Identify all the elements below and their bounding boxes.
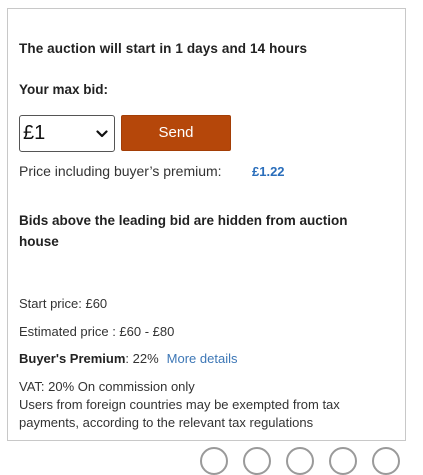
vat-info: VAT: 20% On commission only Users from f…: [19, 378, 394, 432]
max-bid-label: Your max bid:: [19, 82, 109, 97]
chevron-down-icon: [96, 130, 108, 138]
send-bid-button[interactable]: Send: [121, 115, 231, 151]
carousel-dot[interactable]: [329, 447, 357, 475]
estimated-price: Estimated price : £60 - £80: [19, 324, 175, 339]
carousel-dot[interactable]: [243, 447, 271, 475]
max-bid-select[interactable]: £1: [19, 115, 115, 152]
buyers-premium: Buyer's Premium: 22% More details: [19, 351, 237, 366]
carousel-dot[interactable]: [372, 447, 400, 475]
auction-start-notice: The auction will start in 1 days and 14 …: [19, 41, 308, 56]
start-price: Start price: £60: [19, 296, 108, 311]
vat-line: VAT: 20% On commission only: [19, 379, 195, 394]
carousel-dot[interactable]: [200, 447, 228, 475]
premium-price-label: Price including buyer’s premium:: [19, 163, 222, 179]
premium-price-value: £1.22: [252, 164, 285, 179]
foreign-tax-note: Users from foreign countries may be exem…: [19, 397, 340, 430]
carousel-dot[interactable]: [286, 447, 314, 475]
carousel-indicators: [196, 447, 423, 475]
hidden-bids-notice: Bids above the leading bid are hidden fr…: [19, 213, 348, 249]
max-bid-value: £1: [23, 122, 46, 144]
buyers-premium-label: Buyer's Premium: [19, 351, 126, 366]
buyers-premium-value: : 22%: [125, 351, 159, 366]
bid-panel: The auction will start in 1 days and 14 …: [7, 8, 406, 441]
more-details-link[interactable]: More details: [167, 351, 238, 366]
